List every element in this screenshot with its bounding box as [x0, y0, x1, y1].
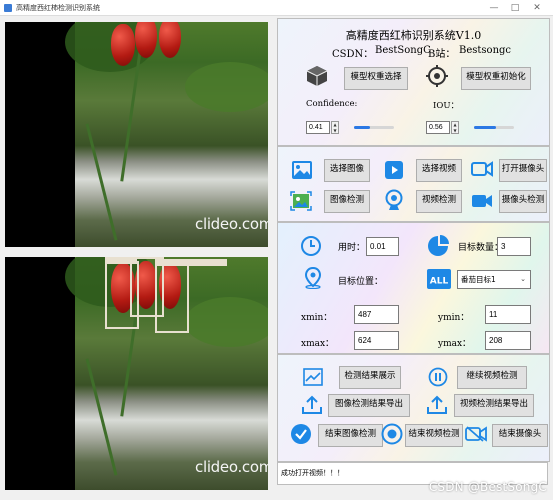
image-detect-button[interactable]: 图像检测	[324, 190, 370, 213]
minimize-button[interactable]: —	[485, 2, 503, 14]
clideo-watermark: clideo.com	[195, 458, 268, 476]
ymax-field[interactable]: 208	[485, 331, 531, 350]
xmax-field[interactable]: 624	[354, 331, 399, 350]
title-bar: 高精度西红柿检测识别系统 — □ ✕	[0, 0, 553, 16]
target-count-field[interactable]: 3	[497, 237, 531, 256]
all-icon: ALL	[427, 269, 451, 289]
target-icon	[426, 65, 448, 87]
cube-icon	[306, 65, 328, 87]
stop-circle-icon	[381, 423, 403, 445]
line-chart-icon	[303, 368, 323, 386]
control-panel: 高精度西红柿识别系统V1.0 CSDN： BestSongC B站： Bests…	[277, 18, 550, 497]
ymin-label: ymin：	[438, 313, 470, 323]
select-weight-button[interactable]: 模型权重选择	[344, 67, 408, 90]
iou-label: IOU：	[433, 101, 459, 111]
export-video-results-button[interactable]: 视频检测结果导出	[454, 394, 534, 417]
confidence-slider[interactable]	[354, 126, 394, 129]
camera-icon	[471, 161, 493, 177]
clock-icon	[300, 235, 322, 257]
iou-spinbox[interactable]: 0.56	[426, 121, 450, 134]
confidence-label: Confidence:	[306, 99, 358, 109]
time-field[interactable]: 0.01	[366, 237, 399, 256]
confidence-spin-arrows[interactable]: ▲ ▼	[331, 121, 339, 134]
close-button[interactable]: ✕	[528, 2, 546, 14]
bilibili-label: B站：	[428, 49, 456, 60]
detection-video-pane: clideo.com	[5, 257, 268, 490]
model-settings-section: 高精度西红柿识别系统V1.0 CSDN： BestSongC B站： Bests…	[277, 18, 550, 146]
init-model-button[interactable]: 模型权重初始化	[461, 67, 531, 90]
check-circle-icon	[290, 423, 312, 445]
csdn-label: CSDN：	[332, 49, 374, 60]
target-select[interactable]: 番茄目标1 ⌄	[457, 270, 531, 289]
ymin-field[interactable]: 11	[485, 305, 531, 324]
xmin-field[interactable]: 487	[354, 305, 399, 324]
media-section: 选择图像 选择视频 打开摄像头 图像检测 视频检测 摄像头检测	[277, 146, 550, 222]
continue-video-button[interactable]: 继续视频检测	[457, 366, 527, 389]
maximize-button[interactable]: □	[506, 2, 524, 14]
actions-section: 检测结果展示 继续视频检测 图像检测结果导出 视频检测结果导出 结束图像检测 结…	[277, 354, 550, 462]
chevron-down-icon: ⌄	[520, 275, 526, 283]
detection-label	[105, 257, 137, 264]
pause-icon	[428, 367, 448, 387]
video-detect-button[interactable]: 视频检测	[416, 190, 462, 213]
original-video-pane: clideo.com	[5, 22, 268, 247]
ymax-label: ymax：	[438, 339, 472, 349]
image-scan-icon	[290, 191, 312, 211]
camera-off-icon	[465, 426, 487, 442]
select-video-button[interactable]: 选择视频	[416, 159, 462, 182]
csdn-watermark: CSDN @BestSongC	[428, 480, 547, 494]
open-camera-button[interactable]: 打开摄像头	[499, 159, 547, 182]
svg-text:ALL: ALL	[430, 277, 449, 287]
xmax-label: xmax：	[301, 339, 335, 349]
end-image-detect-button[interactable]: 结束图像检测	[318, 424, 383, 447]
target-position-label: 目标位置：	[338, 277, 384, 287]
show-results-button[interactable]: 检测结果展示	[339, 366, 401, 389]
confidence-spinbox[interactable]: 0.41	[306, 121, 330, 134]
target-select-value: 番茄目标1	[461, 275, 496, 284]
window-title: 高精度西红柿检测识别系统	[16, 4, 100, 12]
video-camera-icon	[471, 193, 493, 209]
app-title: 高精度西红柿识别系统V1.0	[345, 29, 482, 42]
clideo-watermark: clideo.com	[195, 215, 268, 233]
image-icon	[292, 161, 312, 179]
export-image-results-button[interactable]: 图像检测结果导出	[328, 394, 410, 417]
time-label: 用时：	[338, 243, 366, 253]
upload-icon	[426, 395, 448, 415]
detection-box	[155, 263, 189, 333]
camera-detect-button[interactable]: 摄像头检测	[499, 190, 547, 213]
select-image-button[interactable]: 选择图像	[324, 159, 370, 182]
results-section: 用时： 0.01 目标数量： 3 目标位置： ALL 番茄目标1 ⌄ xmin：…	[277, 222, 550, 354]
iou-slider[interactable]	[474, 126, 514, 129]
app-icon	[4, 4, 12, 12]
csdn-value: BestSongC	[375, 45, 431, 56]
bilibili-value: Bestsongc	[459, 45, 512, 56]
end-video-detect-button[interactable]: 结束视频检测	[405, 424, 463, 447]
detection-label	[155, 259, 227, 266]
pie-chart-icon	[426, 234, 450, 258]
end-camera-button[interactable]: 结束摄像头	[492, 424, 548, 447]
webcam-icon	[385, 189, 403, 211]
upload-icon	[301, 395, 323, 415]
xmin-label: xmin：	[301, 313, 333, 323]
iou-spin-arrows[interactable]: ▲ ▼	[451, 121, 459, 134]
location-pin-icon	[303, 267, 323, 289]
status-message: 成功打开视频！！！	[281, 469, 344, 477]
video-play-icon	[384, 160, 404, 180]
